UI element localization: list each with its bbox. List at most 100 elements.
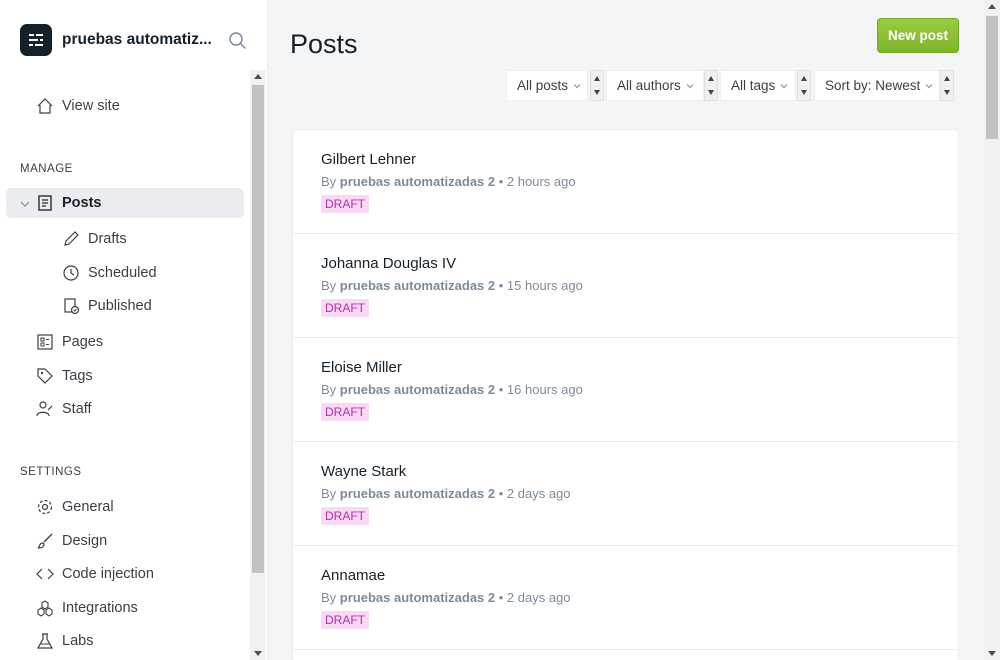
house-icon bbox=[36, 97, 54, 115]
post-row[interactable]: Gilbert Lehner By pruebas automatizadas … bbox=[293, 130, 958, 234]
site-logo bbox=[20, 24, 52, 56]
nav-general[interactable]: General bbox=[6, 492, 244, 522]
filter-authors[interactable]: All authors bbox=[606, 70, 704, 101]
nav-drafts[interactable]: Drafts bbox=[6, 224, 244, 254]
brand[interactable]: pruebas automatiz... bbox=[20, 24, 212, 56]
post-title[interactable]: Eloise Miller bbox=[321, 359, 402, 376]
post-row[interactable]: Johanna Douglas IV By pruebas automatiza… bbox=[293, 234, 958, 338]
filter-tags[interactable]: All tags bbox=[720, 70, 796, 101]
nav-view-site[interactable]: View site bbox=[6, 91, 244, 121]
scroll-up-arrow[interactable] bbox=[254, 74, 262, 79]
nav-staff[interactable]: Staff bbox=[6, 394, 244, 424]
filter-post-type[interactable]: All posts bbox=[506, 70, 588, 101]
nav-code-injection-label: Code injection bbox=[62, 566, 154, 582]
filter-authors-label: All authors bbox=[617, 78, 681, 93]
nav-view-site-label: View site bbox=[62, 98, 120, 114]
post-title[interactable]: Johanna Douglas IV bbox=[321, 255, 456, 272]
post-row[interactable]: Eloise Miller By pruebas automatizadas 2… bbox=[293, 338, 958, 442]
post-meta: By pruebas automatizadas 2 • 15 hours ag… bbox=[321, 278, 583, 293]
post-list: Gilbert Lehner By pruebas automatizadas … bbox=[292, 129, 959, 660]
sidebar-scrollbar[interactable] bbox=[250, 70, 266, 660]
post-by: By bbox=[321, 382, 337, 397]
status-badge: DRAFT bbox=[321, 195, 369, 213]
nav-published[interactable]: Published bbox=[6, 291, 244, 321]
scrollbar-thumb[interactable] bbox=[986, 16, 998, 139]
chevron-down-icon[interactable] bbox=[20, 197, 30, 213]
scroll-down-arrow[interactable] bbox=[254, 651, 262, 656]
main-content: Posts New post All posts All authors All… bbox=[268, 0, 984, 660]
spin-arrows[interactable] bbox=[940, 70, 954, 101]
post-time: 2 days ago bbox=[506, 486, 571, 501]
user-icon bbox=[36, 400, 54, 418]
site-name: pruebas automatiz... bbox=[62, 31, 212, 48]
post-meta: By pruebas automatizadas 2 • 16 hours ag… bbox=[321, 382, 583, 397]
sidebar: pruebas automatiz... View site MANAGE Po… bbox=[0, 0, 268, 660]
nav-posts[interactable]: Posts bbox=[6, 188, 244, 218]
code-icon bbox=[36, 565, 54, 583]
filter-tags-label: All tags bbox=[731, 78, 776, 93]
spin-arrows[interactable] bbox=[590, 70, 604, 101]
scroll-up-arrow[interactable] bbox=[988, 4, 996, 9]
nav-published-label: Published bbox=[88, 298, 152, 314]
scroll-down-arrow[interactable] bbox=[988, 651, 996, 656]
nav-design[interactable]: Design bbox=[6, 526, 244, 556]
brush-icon bbox=[36, 532, 54, 550]
post-author: pruebas automatizadas 2 bbox=[339, 174, 496, 189]
post-title[interactable]: Annamae bbox=[321, 567, 385, 584]
post-by: By bbox=[321, 486, 337, 501]
nav-scheduled[interactable]: Scheduled bbox=[6, 258, 244, 288]
spin-arrows[interactable] bbox=[704, 70, 718, 101]
nav-labs[interactable]: Labs bbox=[6, 626, 244, 656]
nav-drafts-label: Drafts bbox=[88, 231, 127, 247]
sort-select-label: Sort by: Newest bbox=[825, 78, 921, 93]
post-row[interactable]: Annamae By pruebas automatizadas 2 • 2 d… bbox=[293, 546, 958, 650]
integrations-icon bbox=[36, 599, 54, 617]
nav-pages[interactable]: Pages bbox=[6, 327, 244, 357]
nav-labs-label: Labs bbox=[62, 633, 94, 649]
post-title[interactable]: Wayne Stark bbox=[321, 463, 406, 480]
tag-icon bbox=[36, 367, 54, 385]
nav-posts-label: Posts bbox=[62, 195, 102, 211]
post-time: 2 hours ago bbox=[506, 174, 576, 189]
chevron-down-icon bbox=[686, 78, 694, 93]
main-scrollbar[interactable] bbox=[984, 0, 1000, 660]
nav-general-label: General bbox=[62, 499, 114, 515]
post-row[interactable]: Wayne Stark By pruebas automatizadas 2 •… bbox=[293, 442, 958, 546]
clock-icon bbox=[62, 264, 80, 282]
sort-select[interactable]: Sort by: Newest bbox=[814, 70, 940, 101]
post-time: 2 days ago bbox=[506, 590, 571, 605]
post-meta: By pruebas automatizadas 2 • 2 hours ago bbox=[321, 174, 576, 189]
post-meta: By pruebas automatizadas 2 • 2 days ago bbox=[321, 590, 571, 605]
pencil-icon bbox=[62, 230, 80, 248]
document-icon bbox=[36, 194, 54, 212]
manage-section-label: MANAGE bbox=[20, 163, 73, 175]
published-icon bbox=[62, 297, 80, 315]
new-post-button[interactable]: New post bbox=[877, 18, 959, 53]
post-title[interactable]: Gilbert Lehner bbox=[321, 151, 416, 168]
nav-staff-label: Staff bbox=[62, 401, 92, 417]
search-icon[interactable] bbox=[228, 31, 248, 51]
post-by: By bbox=[321, 278, 337, 293]
settings-section-label: SETTINGS bbox=[20, 466, 82, 478]
post-by: By bbox=[321, 174, 337, 189]
chevron-down-icon bbox=[573, 78, 581, 93]
post-time: 16 hours ago bbox=[506, 382, 583, 397]
nav-integrations[interactable]: Integrations bbox=[6, 593, 244, 623]
scrollbar-thumb[interactable] bbox=[252, 85, 264, 573]
post-by: By bbox=[321, 590, 337, 605]
status-badge: DRAFT bbox=[321, 403, 369, 421]
nav-tags[interactable]: Tags bbox=[6, 361, 244, 391]
flask-icon bbox=[36, 632, 54, 650]
spin-arrows[interactable] bbox=[797, 70, 811, 101]
nav-code-injection[interactable]: Code injection bbox=[6, 559, 244, 589]
chevron-down-icon bbox=[780, 78, 788, 93]
chevron-down-icon bbox=[925, 78, 933, 93]
sidebar-nav: View site MANAGE Posts Drafts Scheduled … bbox=[0, 70, 266, 660]
filter-post-type-label: All posts bbox=[517, 78, 569, 93]
post-author: pruebas automatizadas 2 bbox=[339, 486, 496, 501]
pages-icon bbox=[36, 333, 54, 351]
nav-design-label: Design bbox=[62, 533, 108, 549]
page-title: Posts bbox=[290, 29, 358, 59]
post-author: pruebas automatizadas 2 bbox=[339, 278, 496, 293]
status-badge: DRAFT bbox=[321, 299, 369, 317]
